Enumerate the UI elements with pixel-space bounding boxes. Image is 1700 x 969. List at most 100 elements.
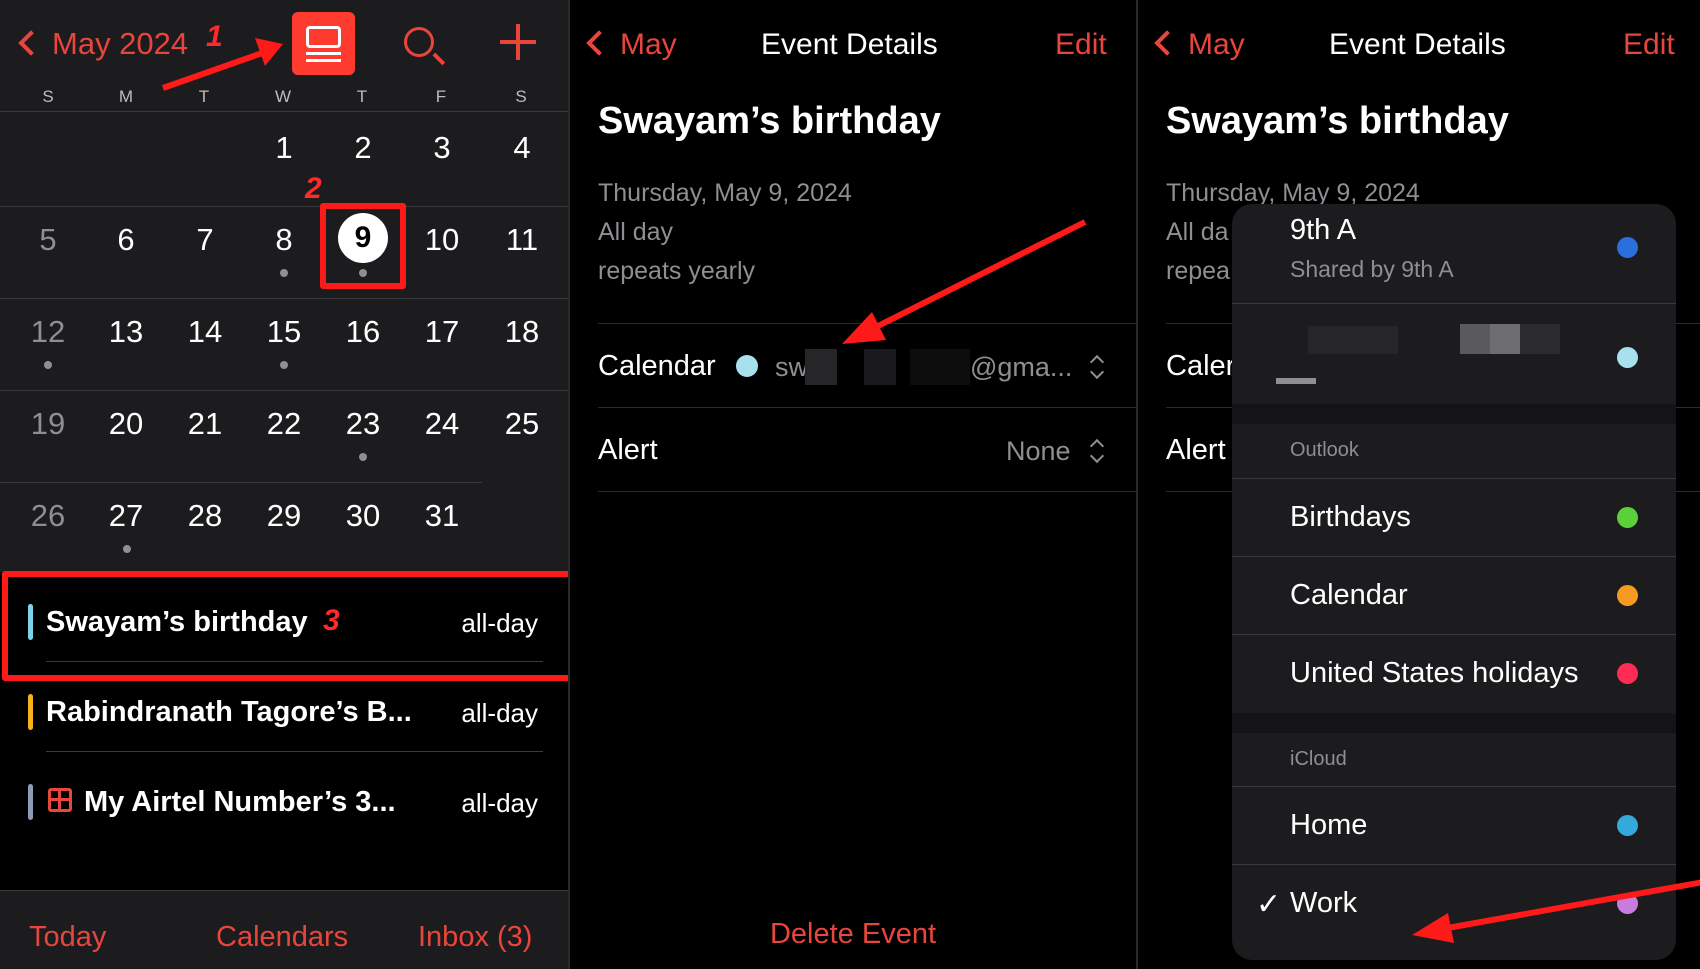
day-cell[interactable]: 21 xyxy=(175,406,235,442)
weekday-label: S xyxy=(515,87,527,106)
inbox-button[interactable]: Inbox (3) xyxy=(418,921,532,954)
day-cell[interactable]: 4 xyxy=(492,130,552,166)
day-cell[interactable]: 23 xyxy=(333,406,393,442)
menu-item-birthdays[interactable]: Birthdays xyxy=(1232,479,1676,557)
menu-item-calendar[interactable]: Calendar xyxy=(1232,557,1676,635)
annotation-step-3: 3 xyxy=(323,604,340,637)
annotation-step-2: 2 xyxy=(305,172,322,205)
day-cell[interactable]: 3 xyxy=(412,130,472,166)
day-cell[interactable]: 10 xyxy=(412,222,472,258)
day-cell[interactable]: 6 xyxy=(96,222,156,258)
event-title: My Airtel Number’s 3... xyxy=(84,786,396,818)
calendar-color-dot xyxy=(1617,347,1638,368)
day-cell[interactable]: 7 xyxy=(175,222,235,258)
menu-item-sublabel: Shared by 9th A xyxy=(1290,256,1454,282)
checkmark-icon: ✓ xyxy=(1256,888,1282,921)
day-cell[interactable]: 28 xyxy=(175,498,235,534)
menu-item-us-holidays[interactable]: United States holidays xyxy=(1232,635,1676,713)
day-cell[interactable]: 11 xyxy=(492,222,552,258)
calendar-row-label: Calendar xyxy=(598,350,716,382)
day-cell[interactable]: 25 xyxy=(492,406,552,442)
weekday-label: S xyxy=(42,87,54,106)
chevron-updown-icon[interactable] xyxy=(1089,439,1103,463)
day-cell[interactable]: 29 xyxy=(254,498,314,534)
day-cell[interactable]: 17 xyxy=(412,314,472,350)
menu-item-label: 9th A xyxy=(1290,214,1357,246)
alert-row-label: Alert xyxy=(598,434,658,466)
day-cell[interactable]: 20 xyxy=(96,406,156,442)
day-cell[interactable]: 12 xyxy=(18,314,78,350)
chevron-left-icon[interactable] xyxy=(18,30,44,56)
day-cell[interactable]: 8 xyxy=(254,222,314,258)
event-title: Swayam’s birthday xyxy=(598,100,941,142)
menu-item-gmail-account[interactable] xyxy=(1232,304,1676,404)
annotation-arrow-1 xyxy=(162,38,283,91)
calendar-color-dot xyxy=(1617,663,1638,684)
calendar-account-end[interactable]: @gma... xyxy=(970,352,1072,383)
chevron-left-icon[interactable] xyxy=(1154,30,1180,56)
event-dot xyxy=(123,545,131,553)
event-color-stripe xyxy=(28,784,33,820)
calendar-row-label: Caler xyxy=(1166,350,1236,382)
day-cell[interactable]: 13 xyxy=(96,314,156,350)
bottom-tabbar: Today Calendars Inbox (3) xyxy=(0,890,568,969)
day-cell[interactable]: 27 xyxy=(96,498,156,534)
delete-event-button[interactable]: Delete Event xyxy=(570,918,1136,951)
nav-title: Event Details xyxy=(1329,28,1506,61)
menu-item-home[interactable]: Home xyxy=(1232,787,1676,865)
calendar-color-dot xyxy=(1617,815,1638,836)
edit-button[interactable]: Edit xyxy=(1623,28,1675,62)
alert-value[interactable]: None xyxy=(1006,436,1071,467)
list-view-icon xyxy=(306,26,341,48)
list-view-button[interactable] xyxy=(292,12,355,75)
edit-button[interactable]: Edit xyxy=(1055,28,1107,62)
section-header-icloud: iCloud xyxy=(1290,748,1347,770)
day-cell[interactable]: 15 xyxy=(254,314,314,350)
back-button[interactable]: May xyxy=(620,28,677,62)
back-button[interactable]: May xyxy=(1188,28,1245,62)
day-cell[interactable]: 1 xyxy=(254,130,314,166)
event-repeat: repea xyxy=(1166,257,1230,285)
day-cell[interactable]: 5 xyxy=(18,222,78,258)
day-cell[interactable]: 2 xyxy=(333,130,393,166)
calendar-color-dot xyxy=(1617,507,1638,528)
event-row[interactable]: My Airtel Number’s 3... all-day xyxy=(0,752,568,842)
nav-title: Event Details xyxy=(761,28,938,61)
day-cell[interactable]: 30 xyxy=(333,498,393,534)
event-all-day: All da xyxy=(1166,218,1229,246)
month-grid: 1 2 3 4 5 6 7 8 9 10 11 12 13 14 15 16 1… xyxy=(0,114,568,571)
annotation-arrow-3 xyxy=(1412,879,1700,943)
event-dot xyxy=(359,453,367,461)
day-cell[interactable]: 19 xyxy=(18,406,78,442)
calendars-button[interactable]: Calendars xyxy=(216,921,348,954)
day-cell[interactable]: 14 xyxy=(175,314,235,350)
day-cell[interactable]: 22 xyxy=(254,406,314,442)
day-cell[interactable]: 31 xyxy=(412,498,472,534)
event-title: Swayam’s birthday xyxy=(1166,100,1509,142)
event-time: all-day xyxy=(461,698,538,728)
search-icon[interactable] xyxy=(404,27,434,57)
add-event-icon[interactable] xyxy=(500,24,536,60)
day-cell[interactable]: 18 xyxy=(492,314,552,350)
chevron-updown-icon[interactable] xyxy=(1089,355,1103,379)
event-repeat: repeats yearly xyxy=(598,257,756,285)
menu-item-label: Work xyxy=(1290,887,1358,919)
event-dot xyxy=(280,361,288,369)
menu-item-label: Calendar xyxy=(1290,579,1408,611)
chevron-left-icon[interactable] xyxy=(586,30,612,56)
weekday-label: M xyxy=(118,87,134,106)
day-cell[interactable]: 16 xyxy=(333,314,393,350)
today-button[interactable]: Today xyxy=(29,921,106,954)
annotation-arrow-2 xyxy=(842,219,1087,344)
day-cell[interactable]: 26 xyxy=(18,498,78,534)
menu-item-9th-a[interactable]: 9th A Shared by 9th A xyxy=(1232,204,1676,304)
calendar-account-start[interactable]: sw xyxy=(775,352,808,383)
weekday-label: F xyxy=(435,87,447,106)
event-all-day: All day xyxy=(598,218,674,246)
event-color-stripe xyxy=(28,694,33,730)
event-dot xyxy=(280,269,288,277)
gift-icon xyxy=(48,788,72,812)
calendar-picker-panel: May Event Details Edit Swayam’s birthday… xyxy=(1138,0,1700,969)
day-cell[interactable]: 24 xyxy=(412,406,472,442)
month-calendar-panel: May 2024 S M T W T F S 1 1 2 3 4 5 6 7 8 xyxy=(0,0,568,969)
